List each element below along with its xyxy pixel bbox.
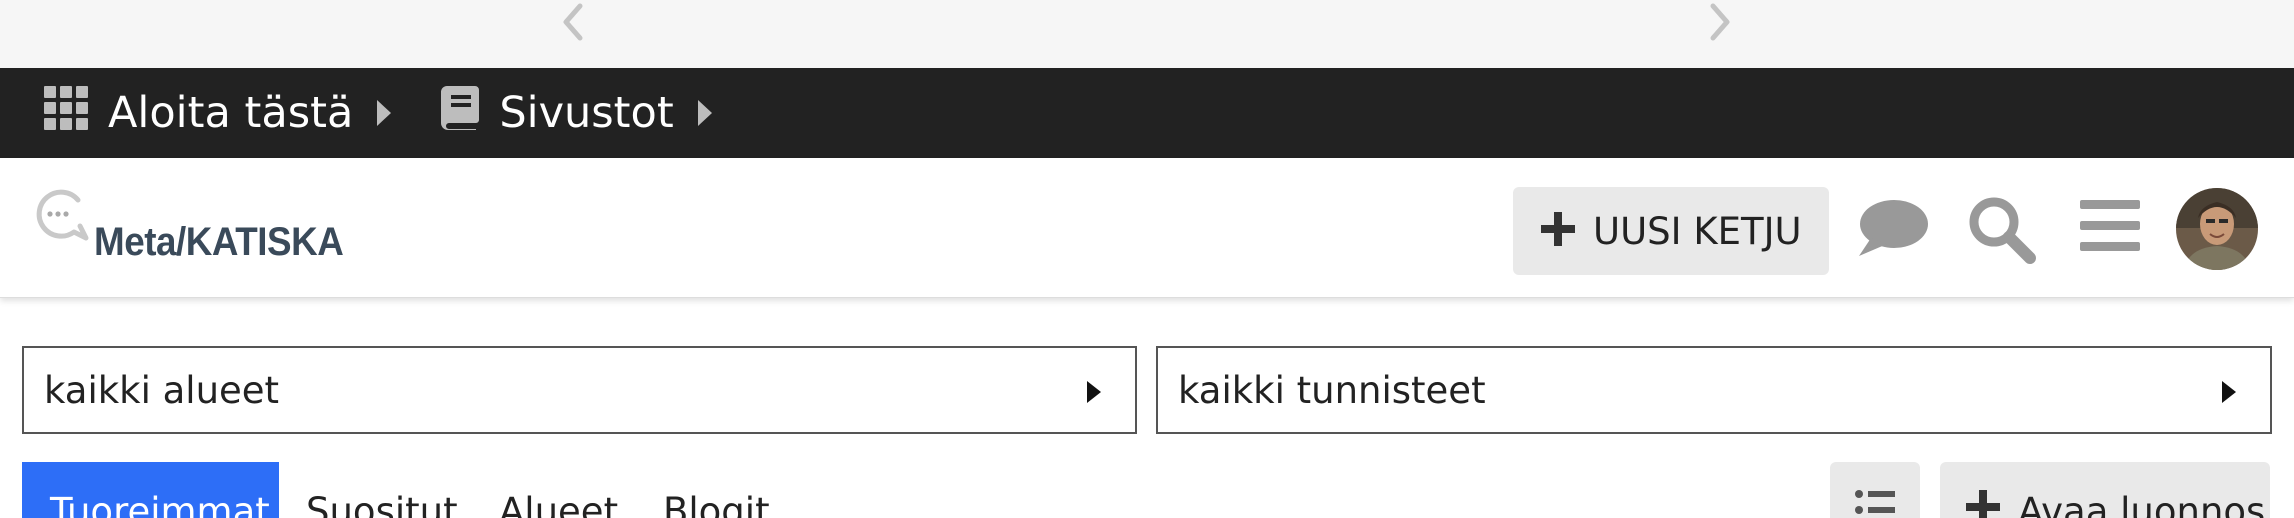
caret-right-icon — [377, 100, 392, 126]
logo-text: Meta/KATISKA — [94, 220, 344, 264]
search-icon[interactable] — [1966, 194, 2038, 266]
new-thread-label: UUSI KETJU — [1593, 209, 1802, 253]
caret-right-icon — [697, 100, 712, 126]
tab-blogs[interactable]: Blogit — [641, 462, 792, 518]
chevron-right-icon[interactable] — [1700, 2, 1740, 42]
nav-item-sites[interactable]: Sivustot — [441, 85, 712, 141]
nav-item-start[interactable]: Aloita tästä — [44, 85, 392, 141]
carousel-strip — [0, 0, 2294, 68]
tag-filter-select[interactable]: kaikki tunnisteet — [1156, 346, 2272, 434]
open-draft-button[interactable]: Avaa luonnos — [1940, 462, 2270, 518]
user-avatar[interactable] — [2176, 188, 2258, 270]
tab-categories[interactable]: Alueet — [477, 462, 640, 518]
tag-filter-label: kaikki tunnisteet — [1178, 368, 1486, 412]
area-filter-label: kaikki alueet — [44, 368, 280, 412]
caret-right-icon — [2222, 381, 2236, 407]
tab-latest[interactable]: Tuoreimmat — [22, 462, 279, 518]
caret-right-icon — [1087, 381, 1101, 407]
grid-icon — [44, 85, 88, 141]
open-draft-label: Avaa luonnos — [2018, 490, 2266, 518]
nav-item-label: Sivustot — [499, 88, 674, 138]
tab-popular[interactable]: Suositut — [284, 462, 480, 518]
nav-item-label: Aloita tästä — [108, 88, 354, 138]
plus-icon — [1541, 212, 1575, 250]
area-filter-select[interactable]: kaikki alueet — [22, 346, 1137, 434]
book-icon — [441, 85, 480, 141]
chevron-left-icon[interactable] — [553, 2, 593, 42]
plus-icon — [1966, 490, 2000, 518]
new-thread-button[interactable]: UUSI KETJU — [1513, 187, 1829, 275]
speech-bubble-logo-icon — [36, 189, 89, 241]
list-icon — [1855, 490, 1895, 518]
site-logo[interactable]: Meta/KATISKA — [34, 186, 354, 276]
hamburger-menu-icon[interactable] — [2080, 200, 2140, 252]
top-navbar: Aloita tästä Sivustot — [0, 68, 2294, 158]
list-view-toggle[interactable] — [1830, 462, 1920, 518]
chat-icon[interactable] — [1857, 198, 1929, 258]
site-header: Meta/KATISKA UUSI KETJU — [0, 158, 2294, 298]
